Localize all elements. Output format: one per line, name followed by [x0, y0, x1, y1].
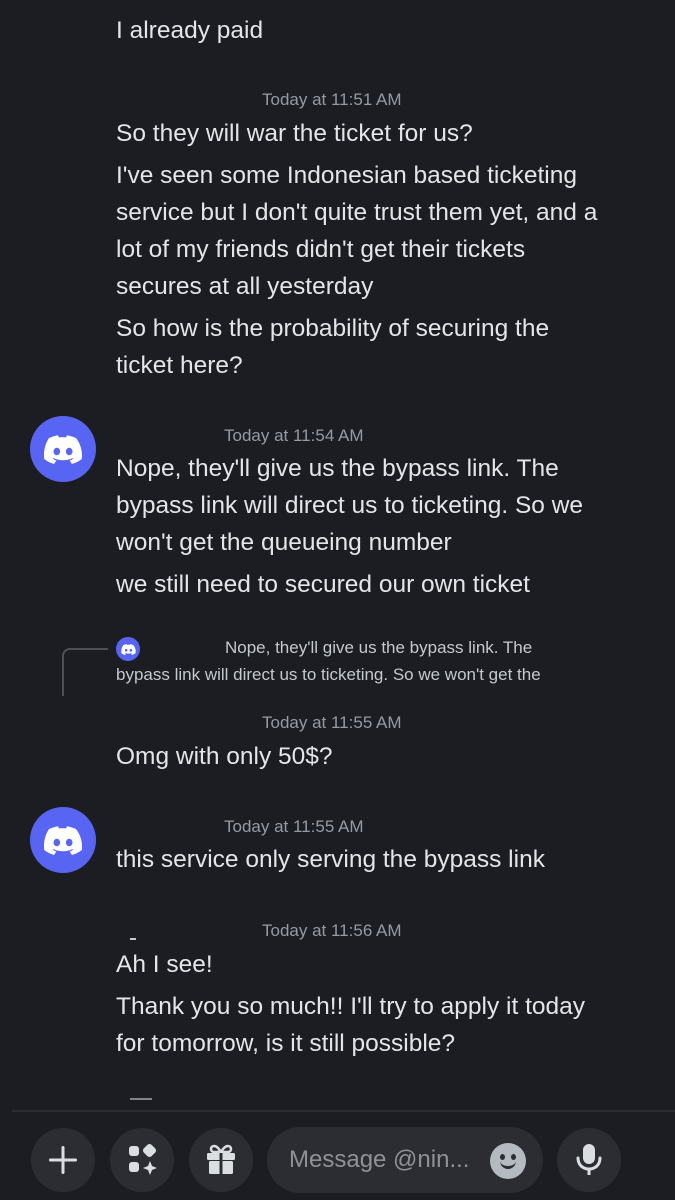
message-text: So they will war the ticket for us? — [116, 120, 473, 147]
message-text: ticket here? — [116, 352, 243, 379]
message-text: Omg with only 50$? — [116, 743, 333, 770]
reply-preview-text[interactable]: bypass link will direct us to ticketing.… — [116, 665, 541, 685]
message-text: we still need to secured our own ticket — [116, 571, 530, 598]
apps-button[interactable] — [110, 1128, 174, 1192]
gift-icon — [207, 1144, 235, 1174]
plus-icon — [49, 1146, 77, 1174]
message-text: I already paid — [116, 17, 264, 44]
discord-logo-icon — [44, 434, 82, 464]
redacted-mark — [130, 1098, 152, 1100]
message-text: service but I don't quite trust them yet… — [116, 199, 598, 226]
message-text: secures at all yesterday — [116, 273, 374, 300]
avatar[interactable] — [30, 416, 96, 482]
message-timestamp: Today at 11:55 AM — [262, 713, 402, 732]
message-timestamp: Today at 11:55 AM — [224, 817, 364, 836]
voice-button[interactable] — [557, 1128, 621, 1192]
message-text: I've seen some Indonesian based ticketin… — [116, 162, 577, 189]
gift-button[interactable] — [189, 1128, 253, 1192]
reply-avatar[interactable] — [116, 637, 140, 661]
microphone-icon — [576, 1144, 602, 1175]
message-text: Thank you so much!! I'll try to apply it… — [116, 993, 586, 1020]
apps-sparkle-icon — [129, 1143, 157, 1175]
redacted-mark — [130, 938, 136, 940]
message-text: for tomorrow, is it still possible? — [116, 1030, 456, 1057]
add-button[interactable] — [31, 1128, 95, 1192]
message-timestamp: Today at 11:51 AM — [262, 90, 402, 109]
message-text: won't get the queueing number — [116, 529, 452, 556]
reply-preview-text[interactable]: Nope, they'll give us the bypass link. T… — [225, 638, 532, 658]
message-timestamp: Today at 11:54 AM — [224, 426, 364, 445]
message-list[interactable]: I already paid Today at 11:51 AM So they… — [0, 0, 675, 1110]
message-text: Nope, they'll give us the bypass link. T… — [116, 455, 559, 482]
discord-logo-icon — [44, 825, 82, 855]
message-text: bypass link will direct us to ticketing.… — [116, 492, 584, 519]
message-text: Ah I see! — [116, 951, 213, 978]
message-text: lot of my friends didn't get their ticke… — [116, 236, 526, 263]
avatar[interactable] — [30, 807, 96, 873]
emoji-button[interactable] — [490, 1143, 526, 1179]
message-text: So how is the probability of securing th… — [116, 315, 550, 342]
reply-connector — [62, 648, 108, 696]
discord-logo-icon — [120, 643, 136, 655]
message-text: this service only serving the bypass lin… — [116, 846, 545, 873]
message-timestamp: Today at 11:56 AM — [262, 921, 402, 940]
